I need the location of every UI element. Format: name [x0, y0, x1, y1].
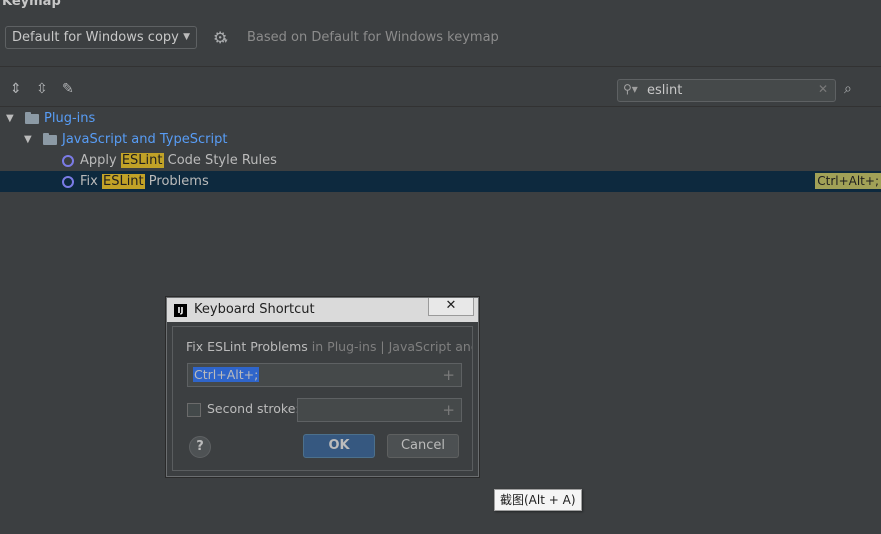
tree-action-apply-eslint[interactable]: Apply ESLint Code Style Rules [0, 150, 881, 171]
close-button[interactable]: ✕ [428, 298, 474, 316]
action-label-suffix: Code Style Rules [163, 153, 277, 168]
expand-all-icon[interactable]: ⇕ [10, 81, 22, 97]
keyboard-shortcut-dialog: IJ Keyboard Shortcut ✕ Fix ESLint Proble… [166, 297, 479, 477]
expand-arrow-icon[interactable]: ▼ [24, 129, 32, 150]
divider [0, 66, 881, 67]
action-label-prefix: Fix [80, 174, 102, 189]
help-button[interactable]: ? [189, 436, 211, 458]
folder-icon [43, 133, 57, 145]
intellij-logo-icon: IJ [174, 304, 187, 317]
chevron-down-icon: ▼ [183, 32, 190, 42]
dialog-action-description: Fix ESLint Problems in Plug-ins | JavaSc… [186, 339, 472, 354]
ok-button[interactable]: OK [303, 434, 375, 458]
search-match-highlight: ESLint [120, 153, 164, 168]
based-on-label: Based on Default for Windows keymap [247, 30, 499, 45]
find-by-shortcut-icon[interactable]: ⌕ [844, 81, 852, 97]
action-label: Apply ESLint Code Style Rules [80, 150, 277, 171]
second-stroke-label: Second stroke: [207, 401, 300, 416]
search-value: eslint [647, 83, 683, 98]
search-match-highlight: ESLint [101, 174, 145, 189]
action-label-suffix: Problems [144, 174, 209, 189]
search-input[interactable]: ⚲▾ eslint ✕ [617, 79, 836, 102]
expand-arrow-icon[interactable]: ▼ [6, 108, 14, 129]
clear-search-icon[interactable]: ✕ [818, 82, 828, 96]
cancel-button[interactable]: Cancel [387, 434, 459, 458]
shortcut-badge: Ctrl+Alt+; [815, 173, 881, 189]
action-label: Fix ESLint Problems [80, 171, 209, 192]
tree-label-js-ts: JavaScript and TypeScript [62, 132, 228, 147]
keymap-select[interactable]: Default for Windows copy ▼ [5, 26, 197, 49]
dialog-content: Fix ESLint Problems in Plug-ins | JavaSc… [172, 326, 473, 471]
tree-action-fix-eslint[interactable]: Fix ESLint Problems Ctrl+Alt+; [0, 171, 881, 192]
page-title: Keymap [2, 0, 61, 9]
search-icon: ⚲▾ [623, 82, 638, 96]
action-icon [62, 155, 74, 167]
first-stroke-field[interactable]: Ctrl+Alt+; + [187, 363, 462, 387]
divider [0, 106, 881, 107]
dialog-action-context: in Plug-ins | JavaScript and TypeScript [311, 339, 472, 354]
second-stroke-field[interactable]: + [297, 398, 462, 422]
tree-node-plugins[interactable]: ▼ Plug-ins [0, 108, 881, 129]
plus-icon[interactable]: + [442, 401, 455, 419]
keymap-select-value: Default for Windows copy [12, 30, 179, 45]
tree-node-js-ts[interactable]: ▼ JavaScript and TypeScript [0, 129, 881, 150]
edit-icon[interactable]: ✎ [62, 81, 74, 97]
gear-icon[interactable]: ⚙ ▾ [213, 28, 228, 47]
second-stroke-checkbox[interactable] [187, 403, 201, 417]
collapse-all-icon[interactable]: ⇳ [36, 81, 48, 97]
plus-icon[interactable]: + [442, 366, 455, 384]
first-stroke-value: Ctrl+Alt+; [193, 367, 260, 382]
action-icon [62, 176, 74, 188]
dialog-action-name: Fix ESLint Problems [186, 339, 308, 354]
screenshot-tooltip: 截图(Alt + A) [494, 489, 582, 511]
dialog-title: Keyboard Shortcut [194, 302, 315, 317]
folder-icon [25, 112, 39, 124]
dialog-titlebar[interactable]: IJ Keyboard Shortcut ✕ [167, 298, 478, 322]
tree-label-plugins: Plug-ins [44, 111, 96, 126]
action-label-prefix: Apply [80, 153, 121, 168]
